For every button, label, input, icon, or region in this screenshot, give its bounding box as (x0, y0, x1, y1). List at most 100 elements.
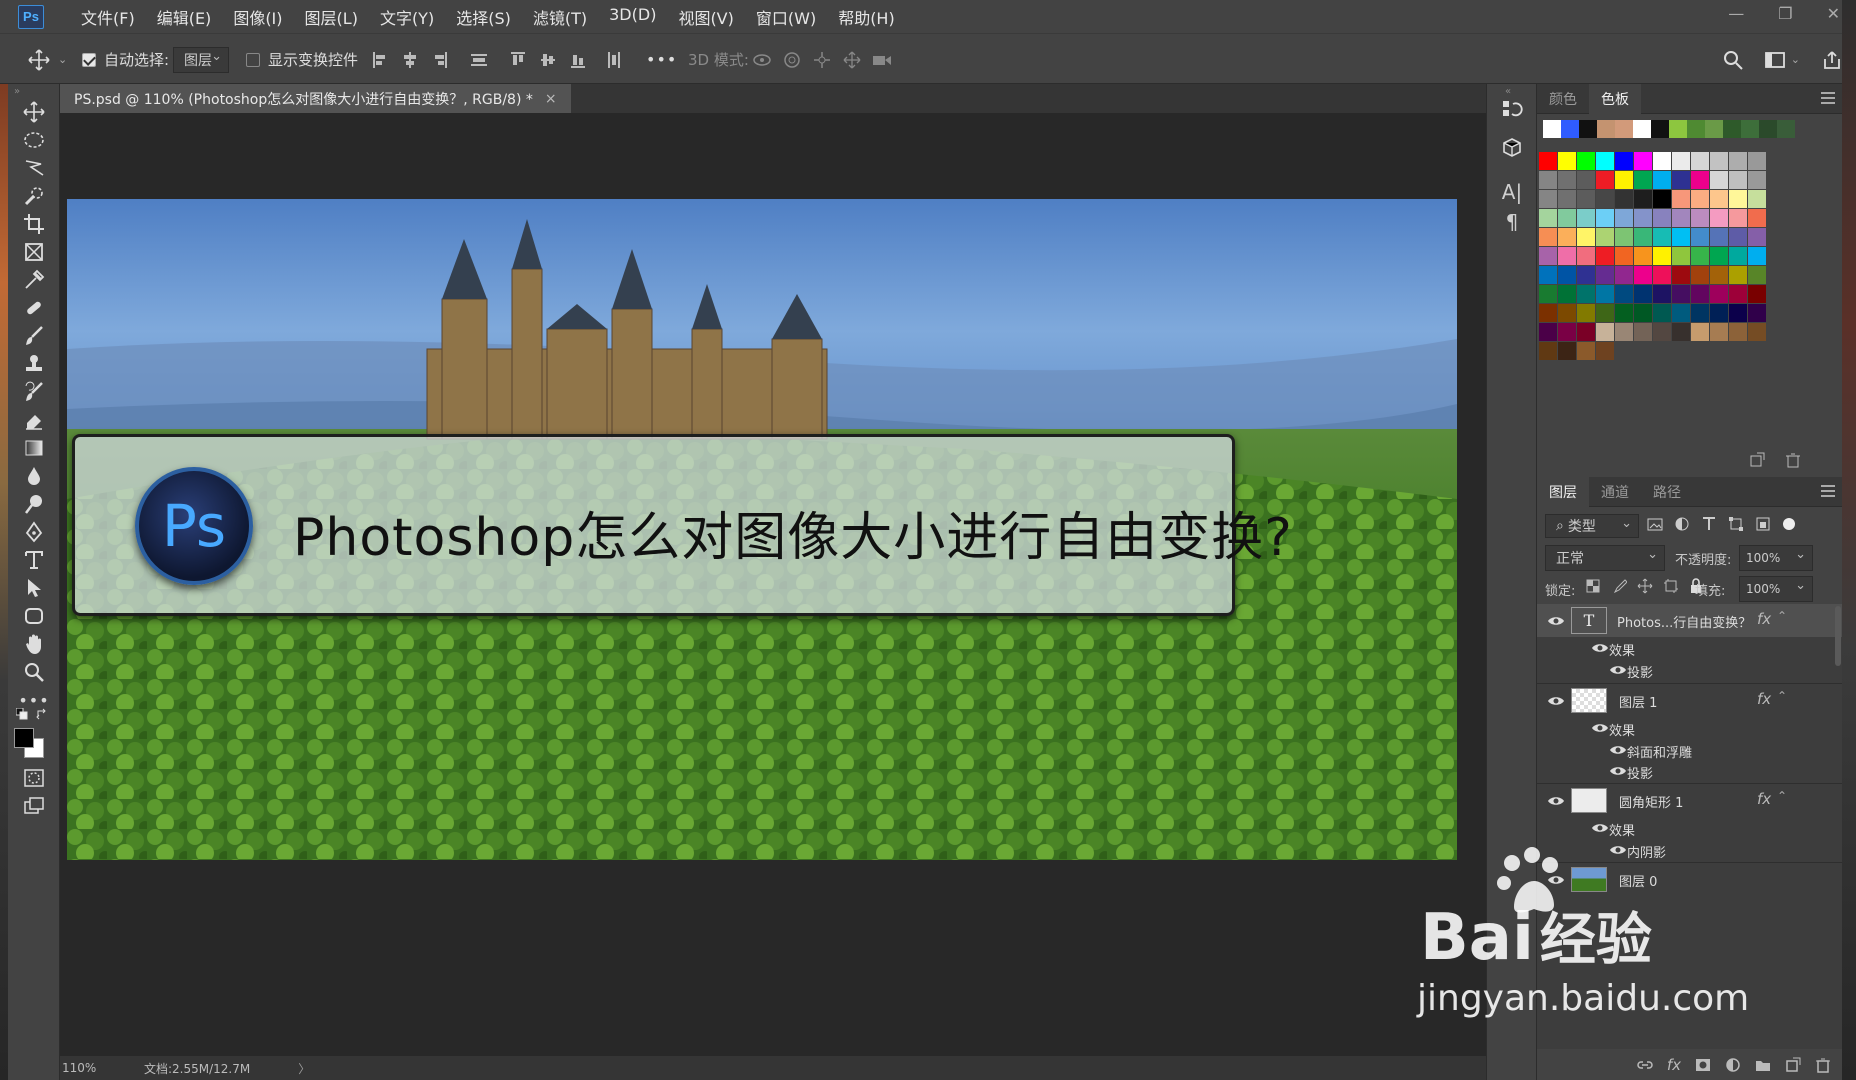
swatch[interactable] (1710, 304, 1728, 322)
recent-swatch[interactable] (1669, 120, 1687, 138)
swatch[interactable] (1558, 247, 1576, 265)
blend-mode-dropdown[interactable]: 正常 (1545, 545, 1665, 571)
swatch[interactable] (1615, 285, 1633, 303)
crop-tool-icon[interactable] (16, 210, 52, 238)
swatch[interactable] (1729, 304, 1747, 322)
swatch[interactable] (1577, 266, 1595, 284)
default-colors-icon[interactable] (16, 708, 28, 720)
swatch[interactable] (1672, 247, 1690, 265)
tab-paths[interactable]: 路径 (1641, 477, 1693, 507)
brush-tool-icon[interactable] (16, 322, 52, 350)
new-layer-icon[interactable] (1785, 1057, 1801, 1073)
eyedropper-tool-icon[interactable] (16, 266, 52, 294)
recent-swatch[interactable] (1687, 120, 1705, 138)
swatch[interactable] (1634, 190, 1652, 208)
swatch[interactable] (1596, 342, 1614, 360)
swatch[interactable] (1672, 171, 1690, 189)
swatch[interactable] (1596, 209, 1614, 227)
swatch[interactable] (1691, 228, 1709, 246)
swatch[interactable] (1729, 171, 1747, 189)
fill-field[interactable]: 100% (1739, 576, 1813, 602)
collapse-toolbar-icon[interactable]: » (14, 86, 20, 97)
status-menu-arrow-icon[interactable]: 〉 (298, 1060, 310, 1077)
swatch[interactable] (1634, 209, 1652, 227)
visibility-eye-icon[interactable] (1547, 615, 1565, 627)
menu-item[interactable]: 帮助(H) (827, 5, 906, 29)
swatch[interactable] (1748, 247, 1766, 265)
3d-camera-icon[interactable] (872, 51, 892, 69)
swatch[interactable] (1577, 247, 1595, 265)
visibility-eye-icon[interactable] (1547, 874, 1565, 886)
swatch[interactable] (1710, 152, 1728, 170)
dodge-tool-icon[interactable] (16, 490, 52, 518)
align-bottom-icon[interactable] (570, 51, 586, 69)
swatch[interactable] (1539, 171, 1557, 189)
swatch[interactable] (1653, 190, 1671, 208)
type-tool-icon[interactable] (16, 546, 52, 574)
swatch[interactable] (1710, 285, 1728, 303)
swatch[interactable] (1596, 323, 1614, 341)
new-swatch-icon[interactable] (1749, 452, 1765, 468)
rectangle-tool-icon[interactable] (16, 602, 52, 630)
show-transform-checkbox[interactable]: 显示变换控件 (246, 34, 358, 85)
swatch[interactable] (1539, 266, 1557, 284)
swatch[interactable] (1710, 323, 1728, 341)
swatch[interactable] (1653, 247, 1671, 265)
swatch[interactable] (1596, 304, 1614, 322)
zoom-tool-icon[interactable] (16, 658, 52, 686)
recent-swatch[interactable] (1705, 120, 1723, 138)
align-hcenter-icon[interactable] (402, 51, 418, 69)
delete-swatch-icon[interactable] (1785, 452, 1801, 468)
swatch[interactable] (1672, 209, 1690, 227)
layer-row[interactable]: 圆角矩形 1 fx ⌃ (1537, 784, 1827, 817)
swatch[interactable] (1577, 285, 1595, 303)
swap-colors-icon[interactable] (36, 708, 48, 720)
new-adjustment-icon[interactable] (1725, 1057, 1741, 1073)
align-right-icon[interactable] (432, 51, 448, 69)
layers-menu-icon[interactable] (1821, 485, 1835, 497)
tab-swatches[interactable]: 色板 (1589, 83, 1641, 114)
collapse-effects-icon[interactable]: ⌃ (1777, 789, 1787, 803)
layer-row[interactable]: 图层 1 fx ⌃ (1537, 684, 1827, 717)
swatch[interactable] (1558, 304, 1576, 322)
swatch[interactable] (1615, 171, 1633, 189)
quick-mask-icon[interactable] (16, 764, 52, 792)
close-tab-icon[interactable]: × (545, 91, 557, 107)
recent-swatch[interactable] (1633, 120, 1651, 138)
recent-swatch[interactable] (1561, 120, 1579, 138)
new-group-icon[interactable] (1755, 1057, 1771, 1073)
swatch[interactable] (1691, 171, 1709, 189)
auto-select-dropdown[interactable]: 图层 (173, 34, 229, 85)
swatch[interactable] (1634, 247, 1652, 265)
distribute-horizontal-icon[interactable] (606, 51, 622, 69)
layers-scrollbar[interactable] (1835, 606, 1841, 666)
swatch[interactable] (1539, 285, 1557, 303)
tab-color[interactable]: 颜色 (1537, 84, 1589, 114)
recent-swatch[interactable] (1579, 120, 1597, 138)
swatch[interactable] (1672, 228, 1690, 246)
effect-eye-icon[interactable] (1609, 844, 1627, 856)
recent-swatch[interactable] (1759, 120, 1777, 138)
swatch[interactable] (1558, 209, 1576, 227)
swatch[interactable] (1539, 152, 1557, 170)
swatch[interactable] (1748, 171, 1766, 189)
swatch[interactable] (1710, 171, 1728, 189)
swatch[interactable] (1539, 247, 1557, 265)
menu-item[interactable]: 滤镜(T) (522, 5, 598, 29)
layer-row[interactable]: T Photos...行自由变换？ fx ⌃ (1537, 604, 1843, 637)
swatch[interactable] (1729, 285, 1747, 303)
add-style-icon[interactable]: fx (1667, 1056, 1681, 1074)
effect-eye-icon[interactable] (1609, 664, 1627, 676)
swatch[interactable] (1729, 247, 1747, 265)
swatch[interactable] (1634, 323, 1652, 341)
recent-swatch[interactable] (1651, 120, 1669, 138)
recent-swatch[interactable] (1615, 120, 1633, 138)
effects-eye-icon[interactable] (1591, 822, 1609, 834)
swatch[interactable] (1596, 190, 1614, 208)
search-icon[interactable] (1723, 50, 1743, 70)
swatch[interactable] (1748, 209, 1766, 227)
swatch[interactable] (1653, 152, 1671, 170)
swatch[interactable] (1634, 228, 1652, 246)
swatch[interactable] (1558, 266, 1576, 284)
swatch[interactable] (1748, 266, 1766, 284)
